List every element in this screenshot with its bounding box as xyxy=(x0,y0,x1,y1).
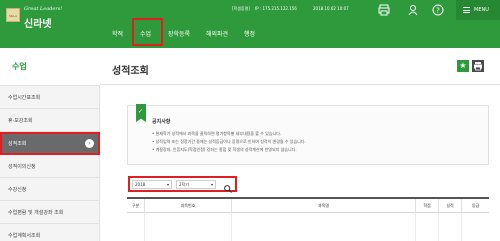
help-icon[interactable]: ? xyxy=(431,3,445,17)
sidebar-item-makeup[interactable]: 휴·보강조회 xyxy=(0,109,100,132)
user-label: [학생증명] xyxy=(232,6,250,11)
table-cell xyxy=(416,213,439,241)
sidebar-item-grade-appeal[interactable]: 성적이의신청 xyxy=(0,155,100,178)
table-header: 구분 xyxy=(127,199,145,213)
datetime-text: 2018.10.02 10:07 xyxy=(313,6,349,11)
notice-title: 공지사항 xyxy=(152,119,171,125)
university-seal-icon: SILLA xyxy=(6,8,20,22)
title-divider xyxy=(100,84,500,85)
table-cell xyxy=(145,213,232,241)
sidebar: 수업 수업시간표조회 휴·보강조회 성적조회 › 성적이의신청 수강신청 수업편… xyxy=(0,48,100,241)
nav-item-overseas[interactable]: 해외파견 xyxy=(206,29,228,38)
menu-icon xyxy=(463,7,470,13)
print-icon[interactable] xyxy=(377,3,391,17)
sidebar-title: 수업 xyxy=(0,48,100,86)
search-icon[interactable] xyxy=(223,179,233,193)
year-select[interactable]: 2018 ▾ xyxy=(132,180,172,189)
sidebar-item-syllabus[interactable]: 수업계획서조회 xyxy=(0,224,100,241)
notice-line: • 성적입력 또는 정정기간 중에는 성적등급이나 증명으로 인하여 성적이 변… xyxy=(152,139,306,144)
notice-box: ✓ 공지사항 • 현재학기 성적에서 과목을 클릭하면 평가항목별 세부내용을 … xyxy=(127,104,489,165)
table-header: 성적 xyxy=(439,199,462,213)
bookmark-star-icon[interactable]: ★ xyxy=(457,60,469,72)
logo-name: 신라넷 xyxy=(24,19,52,30)
chevron-down-icon: ▾ xyxy=(166,182,169,187)
chevron-right-icon: › xyxy=(85,139,94,148)
ip-text: IP : 175.215.122.156 xyxy=(255,6,297,11)
filter-bar: 2018 ▾ 2학기 ▾ xyxy=(128,176,237,193)
grades-table: 구분 과목번호 과목명 학점 성적 등급 xyxy=(127,197,489,241)
svg-text:?: ? xyxy=(436,7,440,15)
table-cell xyxy=(232,213,416,241)
logo-tagline: Great Leaders! xyxy=(24,6,63,12)
menu-button[interactable]: MENU xyxy=(456,0,500,20)
table-cell xyxy=(127,213,145,241)
nav-highlight xyxy=(132,18,163,46)
nav-item-scholarship[interactable]: 장학등록 xyxy=(168,29,190,38)
table-header: 등급 xyxy=(462,199,489,213)
table-header: 과목명 xyxy=(232,199,416,213)
table-cell xyxy=(439,213,462,241)
nav-item-admin[interactable]: 행정 xyxy=(244,29,255,38)
logo[interactable]: SILLA Great Leaders! 신라넷 xyxy=(0,0,100,48)
page-print-icon[interactable] xyxy=(472,60,484,72)
check-icon: ✓ xyxy=(138,108,144,115)
table-header: 학점 xyxy=(416,199,439,213)
notice-line: • 현재학기 성적에서 과목을 클릭하면 평가항목별 세부내용을 볼 수 있습니… xyxy=(152,131,282,136)
notice-line: • 계절강좌, 인증지도(학점인정) 강좌는 종합 및 학생의 성적계산에 반영… xyxy=(152,147,297,152)
sidebar-item-course-catalog[interactable]: 수업편람 및 개설강좌 조회 xyxy=(0,201,100,224)
sidebar-item-timetable[interactable]: 수업시간표조회 xyxy=(0,86,100,109)
chevron-down-icon: ▾ xyxy=(210,182,213,187)
sidebar-item-registration[interactable]: 수강신청 xyxy=(0,178,100,201)
page-title: 성적조회 xyxy=(112,66,149,77)
term-select[interactable]: 2학기 ▾ xyxy=(176,180,216,189)
person-icon[interactable] xyxy=(406,3,420,17)
sidebar-item-grades[interactable]: 성적조회 › xyxy=(0,132,100,155)
nav-item-academic[interactable]: 학적 xyxy=(112,29,123,38)
table-header: 과목번호 xyxy=(145,199,232,213)
